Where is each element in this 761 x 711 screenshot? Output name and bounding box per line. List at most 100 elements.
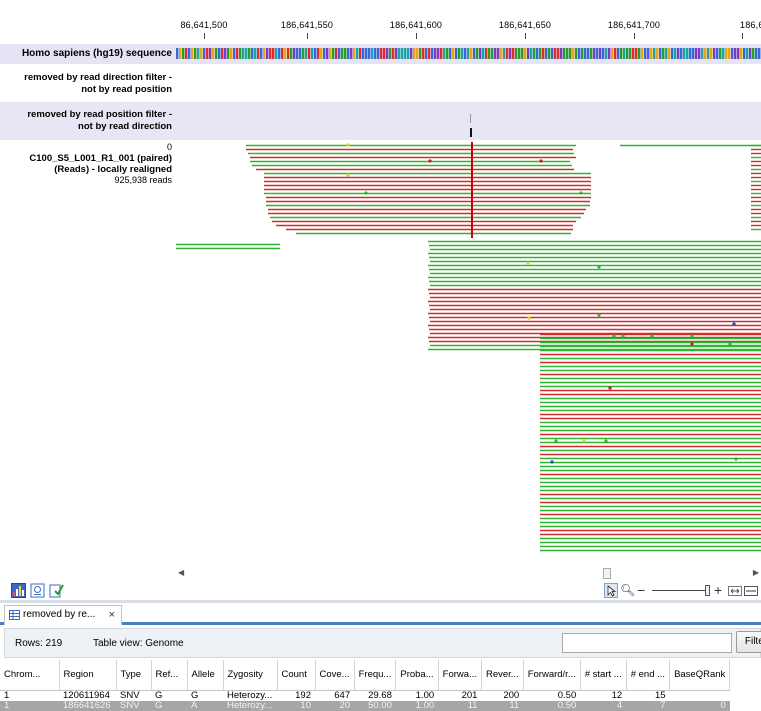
side-panel-icon[interactable] [30,583,45,598]
sequence-base-stripe [656,48,659,59]
zoom-slider-thumb[interactable] [705,585,710,596]
sequence-base-stripe [737,48,740,59]
sequence-base-stripe [527,48,530,59]
sequence-base-stripe [449,48,452,59]
sequence-base-stripe [215,48,218,59]
scroll-left-icon[interactable]: ◀ [178,568,184,577]
sequence-base-stripe [689,48,692,59]
read-direction-filter-track[interactable]: removed by read direction filter - not b… [0,64,761,102]
column-header[interactable]: Allele [187,660,224,691]
column-header[interactable]: Ref... [151,660,188,691]
table-row[interactable]: 1 120611964 SNV G G Heterozy... 192 647 … [0,690,730,701]
sequence-base-stripe [461,48,464,59]
tab-variant-table[interactable]: removed by re... × [4,605,122,625]
sequence-base-stripe [407,48,410,59]
sequence-base-stripe [293,48,296,59]
selection-mode-icon[interactable] [604,583,618,598]
mismatch-marker [364,191,368,195]
column-header[interactable]: Cove... [315,660,355,691]
reads-pileup[interactable] [176,140,761,568]
table-cell: G [191,690,199,701]
mismatch-marker [582,439,586,443]
scroll-right-icon[interactable]: ▶ [753,568,759,577]
ruler-tick [634,33,635,39]
table-cell [670,690,730,701]
sequence-base-stripe [350,48,353,59]
column-header[interactable]: Count [277,660,316,691]
table-cell: 200 [503,690,520,701]
sequence-base-stripe [569,48,572,59]
table-cell: 1.00 [415,690,435,701]
mismatch-marker [732,322,736,326]
column-header[interactable]: Rever... [481,660,524,691]
sequence-base-stripe [560,48,563,59]
sequence-base-stripe [578,48,581,59]
filter-button[interactable]: Filter [736,631,761,653]
column-header[interactable]: Zygosity [223,660,278,691]
sequence-base-stripe [365,48,368,59]
export-icon[interactable] [49,583,64,598]
column-header[interactable]: Frequ... [354,660,397,691]
column-header[interactable]: # end ... [626,660,671,691]
sequence-base-stripe [632,48,635,59]
table-row-selected[interactable]: 1 186641626 SNV G A Heterozy... 10 20 50… [0,700,730,711]
sequence-base-stripe [371,48,374,59]
sequence-base-stripe [533,48,536,59]
column-header[interactable]: Chrom... [0,660,60,691]
sequence-base-stripe [236,48,239,59]
column-header[interactable]: Forward/r... [523,660,581,691]
column-header[interactable]: # start ... [580,660,627,691]
sequence-base-stripe [590,48,593,59]
sequence-base-stripe [389,48,392,59]
sequence-base-stripe [257,48,260,59]
sequence-base-stripe [725,48,728,59]
sequence-base-stripe [188,48,191,59]
sequence-base-stripe [326,48,329,59]
mismatch-marker [526,261,530,265]
sequence-base-stripe [734,48,737,59]
scrollbar-thumb[interactable] [603,568,611,579]
column-header[interactable]: Forwa... [438,660,482,691]
column-header[interactable]: Type [116,660,152,691]
sequence-base-stripe [377,48,380,59]
sequence-base-stripe [344,48,347,59]
table-view-selector[interactable]: Table view: Genome [93,638,184,649]
track-layout-icon[interactable] [11,583,26,598]
column-header[interactable]: Proba... [395,660,439,691]
column-header[interactable]: Region [59,660,117,691]
sequence-base-stripe [191,48,194,59]
column-header[interactable]: BaseQRank [669,660,731,691]
zoom-out-icon[interactable]: − [637,583,645,598]
read-position-filter-track[interactable]: removed by read position filter - not by… [0,102,761,140]
reads-track[interactable]: 0 C100_S5_L001_R1_001 (paired) (Reads) -… [0,140,761,568]
reference-sequence-track[interactable]: Homo sapiens (hg19) sequence [0,44,761,64]
sequence-base-stripe [740,48,743,59]
sequence-base-stripe [755,48,758,59]
variant-table[interactable]: Chrom... Region Type Ref... Allele Zygos… [0,660,731,711]
filter-input[interactable] [562,633,732,653]
sequence-base-stripe [713,48,716,59]
mismatch-marker [428,159,432,163]
close-icon[interactable]: × [109,606,115,624]
table-cell: G [151,700,187,711]
horizontal-scrollbar[interactable]: ◀ ▶ [176,568,761,580]
sequence-base-stripe [290,48,293,59]
table-cell: 50.00 [354,700,396,711]
sequence-base-stripe [254,48,257,59]
table-cell: 1.00 [395,700,439,711]
sequence-base-stripe [599,48,602,59]
sequence-base-stripe [383,48,386,59]
sequence-base-stripe [626,48,629,59]
zoom-in-icon[interactable]: + [714,583,722,598]
sequence-base-stripe [515,48,518,59]
sequence-base-stripe [644,48,647,59]
table-cell: 1 [0,700,59,711]
fit-width-icon[interactable] [728,586,742,596]
mismatch-marker [608,386,612,390]
sequence-base-stripe [317,48,320,59]
zoom-slider-track[interactable] [652,590,707,591]
zoom-mode-icon[interactable]: 🔍︎ [620,583,635,598]
sequence-base-stripe [650,48,653,59]
mismatch-marker [554,439,558,443]
fit-selection-icon[interactable] [744,586,758,596]
